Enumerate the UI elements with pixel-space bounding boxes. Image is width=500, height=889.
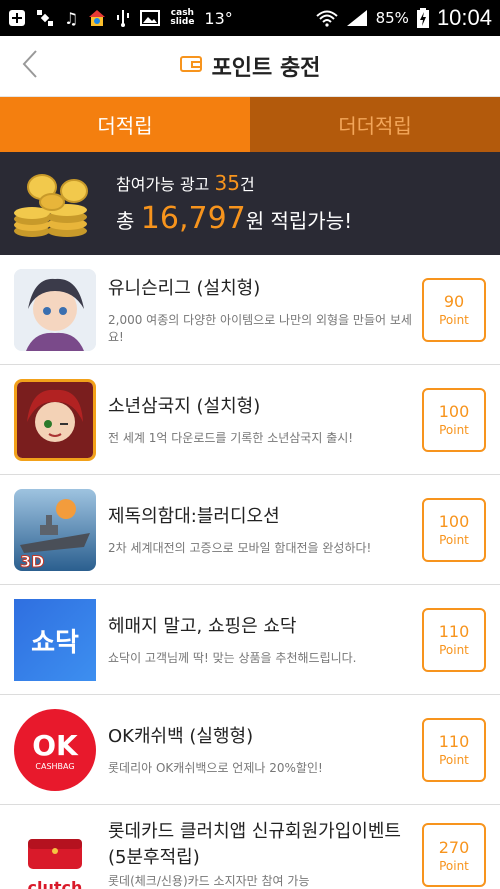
battery-charging-icon xyxy=(416,8,429,28)
home-app-icon xyxy=(88,9,106,27)
satellite-icon xyxy=(36,9,54,27)
game-character-icon xyxy=(14,268,96,351)
total-prefix: 총 xyxy=(116,209,141,233)
offer-description: 쇼닥이 고객님께 딱! 맞는 상품을 추천해드립니다. xyxy=(108,651,357,665)
offer-title: 헤매지 말고, 쇼핑은 쇼닥 xyxy=(108,616,297,637)
image-icon xyxy=(140,10,161,26)
points-value: 110 xyxy=(438,622,470,641)
3d-badge: 3D xyxy=(20,552,44,571)
tab-earn-more[interactable]: 더더적립 xyxy=(250,97,500,152)
total-earnable-text: 총 16,797원 적립가능! xyxy=(116,201,352,236)
points-unit: Point xyxy=(439,533,469,547)
points-value: 100 xyxy=(438,512,470,531)
offer-item[interactable]: 유니슨리그 (설치형) 2,000 여종의 다양한 아이템으로 나만의 외형을 … xyxy=(0,255,500,365)
offer-title: OK캐쉬백 (실행형) xyxy=(108,726,254,747)
offer-title: 유니슨리그 (설치형) xyxy=(108,277,261,299)
offer-item[interactable]: 쇼닥 헤매지 말고, 쇼핑은 쇼닥 쇼닥이 고객님께 딱! 맞는 상품을 추천해… xyxy=(0,585,500,695)
back-button[interactable] xyxy=(12,48,48,84)
points-value: 110 xyxy=(438,732,470,751)
total-suffix: 원 적립가능! xyxy=(245,209,353,233)
offer-title: 제독의함대:블러디오션 xyxy=(108,506,280,527)
page-title: 포인트 충전 xyxy=(211,56,321,81)
points-unit: Point xyxy=(439,423,469,437)
tab-bar: 더적립 더더적립 xyxy=(0,97,500,152)
points-value: 90 xyxy=(443,292,465,311)
total-amount: 16,797 xyxy=(140,201,246,236)
cashbag-logo-text: CASHBAG xyxy=(35,762,74,771)
chevron-left-icon xyxy=(21,49,39,83)
offer-description: 전 세계 1억 다운로드를 기록한 소년삼국지 출시! xyxy=(108,431,354,445)
coins-icon xyxy=(12,169,102,239)
offer-title: 소년삼국지 (설치형) xyxy=(108,396,261,417)
points-button[interactable]: 100 Point xyxy=(422,387,486,452)
offer-description: 2,000 여종의 다양한 아이템으로 나만의 외형을 만들어 보세요! xyxy=(108,312,412,344)
tab-earn[interactable]: 더적립 xyxy=(0,97,250,152)
points-button[interactable]: 90 Point xyxy=(422,277,486,342)
usb-icon xyxy=(116,9,130,27)
offer-title: 롯데카드 클러치앱 신규회원가입이벤트 (5분후적립) xyxy=(108,821,401,868)
game-hero-icon xyxy=(14,378,96,461)
clock: 10:04 xyxy=(436,5,492,30)
offer-description: 롯데(체크/신용)카드 소지자만 참여 가능 xyxy=(108,874,310,888)
shodak-logo-icon: 쇼닥 xyxy=(14,598,96,681)
offer-list: 유니슨리그 (설치형) 2,000 여종의 다양한 아이템으로 나만의 외형을 … xyxy=(0,255,500,889)
wallet-icon xyxy=(179,55,202,77)
points-button[interactable]: 110 Point xyxy=(422,717,486,782)
ok-cashbag-logo-icon: OK CASHBAG xyxy=(14,708,96,791)
status-bar: ♫ cash slide 13° 85% 10:04 xyxy=(0,0,500,36)
points-unit: Point xyxy=(439,858,469,873)
points-unit: Point xyxy=(439,753,469,767)
offer-description: 롯데리아 OK캐쉬백으로 언제나 20%할인! xyxy=(108,761,323,775)
ads-suffix: 건 xyxy=(239,175,255,194)
offer-item[interactable]: clutch 롯데카드 클러치앱 신규회원가입이벤트 (5분후적립) 롯데(체크… xyxy=(0,805,500,889)
cash-slide-icon: cash slide xyxy=(170,8,195,27)
battleship-icon: 3D xyxy=(14,488,96,571)
wifi-icon xyxy=(315,9,338,27)
shodak-logo-text: 쇼닥 xyxy=(31,628,79,658)
available-ads-text: 참여가능 광고 35건 xyxy=(116,171,352,195)
clutch-logo-text: clutch xyxy=(28,878,83,889)
offer-item[interactable]: 소년삼국지 (설치형) 전 세계 1억 다운로드를 기록한 소년삼국지 출시! … xyxy=(0,365,500,475)
add-notification-icon xyxy=(8,9,26,27)
clutch-wallet-icon: clutch xyxy=(14,817,96,889)
battery-percent: 85% xyxy=(375,9,409,27)
points-button[interactable]: 110 Point xyxy=(422,607,486,672)
ads-prefix: 참여가능 광고 xyxy=(116,175,215,194)
points-unit: Point xyxy=(439,313,469,327)
ok-logo-text: OK xyxy=(32,729,79,762)
offer-item[interactable]: 3D 제독의함대:블러디오션 2차 세계대전의 고증으로 모바일 함대전을 완성… xyxy=(0,475,500,585)
offer-item[interactable]: OK CASHBAG OK캐쉬백 (실행형) 롯데리아 OK캐쉬백으로 언제나 … xyxy=(0,695,500,805)
points-button[interactable]: 100 Point xyxy=(422,497,486,562)
app-bar: 포인트 충전 xyxy=(0,36,500,97)
ads-count: 35 xyxy=(214,171,240,195)
points-unit: Point xyxy=(439,643,469,657)
temperature-text: 13° xyxy=(204,8,233,28)
signal-icon xyxy=(346,9,368,27)
offer-description: 2차 세계대전의 고증으로 모바일 함대전을 완성하다! xyxy=(108,541,372,555)
summary-banner: 참여가능 광고 35건 총 16,797원 적립가능! xyxy=(0,152,500,255)
points-value: 270 xyxy=(438,837,470,857)
points-value: 100 xyxy=(438,402,470,421)
points-button[interactable]: 270 Point xyxy=(422,823,486,887)
music-icon: ♫ xyxy=(64,8,79,28)
